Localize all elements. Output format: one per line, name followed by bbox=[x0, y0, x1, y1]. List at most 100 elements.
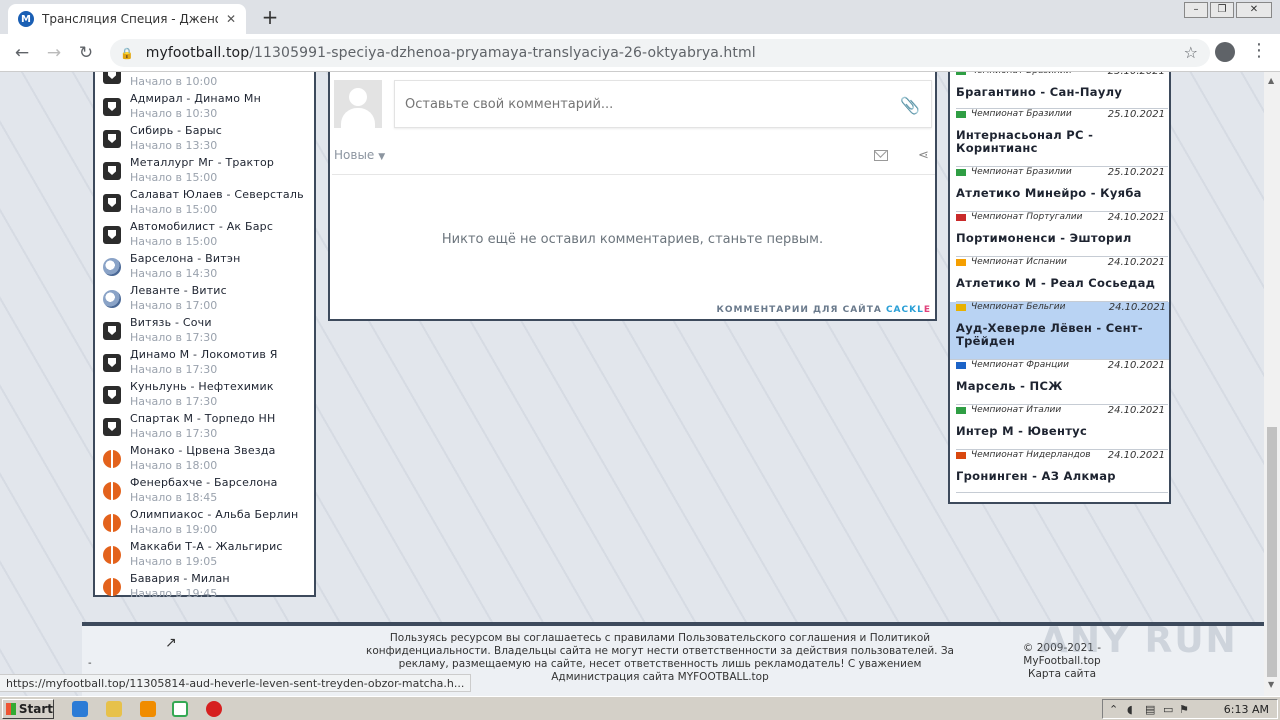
sitemap-link[interactable]: Карта сайта bbox=[986, 668, 1138, 681]
match-name[interactable]: Фенербахче - Барселона bbox=[130, 476, 278, 489]
league-name: Чемпионат Нидерландов bbox=[971, 450, 1091, 460]
media-player-icon[interactable] bbox=[140, 701, 156, 717]
match-name[interactable]: Монако - Црвена Звезда bbox=[130, 444, 276, 457]
flag-icon[interactable]: ⚑ bbox=[1179, 703, 1191, 716]
match-name[interactable]: Адмирал - Динамо Мн bbox=[130, 92, 261, 105]
scroll-up-icon: ▲ bbox=[1268, 76, 1275, 85]
minimize-button[interactable]: – bbox=[1184, 2, 1208, 18]
page-scrollbar[interactable]: ▲ ▼ bbox=[1264, 72, 1280, 696]
match-list-item[interactable]: Адмирал - Динамо Мн Начало в 10:30 bbox=[101, 92, 313, 124]
lock-icon[interactable]: 🔒 bbox=[120, 47, 134, 60]
match-list-item[interactable]: Салават Юлаев - Северсталь Начало в 15:00 bbox=[101, 188, 313, 220]
match-name[interactable]: Барселона - Витэн bbox=[130, 252, 240, 265]
cackle-credit-link[interactable]: КОММЕНТАРИИ ДЛЯ САЙТА CACKLE bbox=[717, 305, 931, 315]
match-list-item[interactable]: Сибирь - Барыс Начало в 13:30 bbox=[101, 124, 313, 156]
match-list-item[interactable]: Металлург Мг - Трактор Начало в 15:00 bbox=[101, 156, 313, 188]
mail-icon[interactable] bbox=[874, 150, 888, 161]
game-teams-link[interactable]: Гронинген - АЗ Алкмар bbox=[956, 470, 1168, 483]
browser-tab[interactable]: M Трансляция Специя - Дженоа 26.1 ✕ bbox=[8, 4, 246, 34]
match-name[interactable]: Витязь - Сочи bbox=[130, 316, 212, 329]
tab-close-icon[interactable]: ✕ bbox=[226, 12, 236, 26]
tray-arrow-icon[interactable]: ⌃ bbox=[1109, 703, 1121, 716]
khl-logo-icon bbox=[103, 98, 121, 116]
match-name[interactable]: Автомобилист - Ак Барс bbox=[130, 220, 273, 233]
back-icon[interactable]: ← bbox=[10, 41, 34, 65]
game-teams-link[interactable]: Портимоненси - Эшторил bbox=[956, 232, 1168, 245]
shield-alert-icon[interactable] bbox=[206, 701, 222, 717]
share-icon[interactable]: ⋖ bbox=[918, 148, 929, 163]
external-link-icon[interactable]: ↗ bbox=[165, 635, 177, 651]
league-name: Чемпионат Франции bbox=[971, 360, 1069, 370]
game-list-item[interactable]: Чемпионат Испании 24.10.2021 Атлетико М - … bbox=[956, 257, 1168, 302]
match-list-item[interactable]: Маккаби Т-А - Жальгирис Начало в 19:05 bbox=[101, 540, 313, 572]
sort-dropdown[interactable]: Новые ▼ bbox=[334, 148, 385, 162]
match-list-item[interactable]: Барселона - Витэн Начало в 14:30 bbox=[101, 252, 313, 284]
maximize-button[interactable]: ❐ bbox=[1210, 2, 1234, 18]
match-name[interactable]: Олимпиакос - Альба Берлин bbox=[130, 508, 298, 521]
game-teams-link[interactable]: Марсель - ПСЖ bbox=[956, 380, 1168, 393]
forward-icon[interactable]: → bbox=[42, 41, 66, 65]
match-name[interactable]: Куньлунь - Нефтехимик bbox=[130, 380, 274, 393]
account-avatar-icon[interactable] bbox=[1215, 42, 1235, 62]
country-flag-icon bbox=[956, 362, 966, 369]
match-start-time: Начало в 17:30 bbox=[130, 395, 218, 408]
game-teams-link[interactable]: Брагантино - Сан-Паулу bbox=[956, 86, 1168, 99]
match-name[interactable]: Бавария - Милан bbox=[130, 572, 230, 585]
game-teams-link[interactable]: Атлетико Минейро - Куяба bbox=[956, 187, 1168, 200]
empty-comments-message: Никто ещё не оставил комментариев, стань… bbox=[441, 232, 824, 247]
url-text[interactable]: myfootball.top/11305991-speciya-dzhenoa-… bbox=[146, 45, 756, 61]
match-name[interactable]: Металлург Мг - Трактор bbox=[130, 156, 274, 169]
match-list-item[interactable]: Бавария - Милан Начало в 19:45 bbox=[101, 572, 313, 604]
match-list-item[interactable]: Динамо М - Локомотив Я Начало в 17:30 bbox=[101, 348, 313, 380]
game-date: 24.10.2021 bbox=[1108, 302, 1166, 313]
game-teams-link[interactable]: Ауд-Хеверле Лёвен - Сент-Трёйден bbox=[956, 322, 1168, 348]
close-window-button[interactable]: ✕ bbox=[1236, 2, 1272, 18]
match-list-item[interactable]: Куньлунь - Нефтехимик Начало в 17:30 bbox=[101, 380, 313, 412]
start-button[interactable]: Start bbox=[2, 699, 54, 719]
match-start-time: Начало в 18:00 bbox=[130, 459, 218, 472]
game-list-item[interactable]: Чемпионат Италии 24.10.2021 Интер М - Ювен… bbox=[956, 405, 1168, 450]
folder-icon[interactable] bbox=[106, 701, 122, 717]
match-name[interactable]: Спартак М - Торпедо НН bbox=[130, 412, 276, 425]
match-list-item[interactable]: Монако - Црвена Звезда Начало в 18:00 bbox=[101, 444, 313, 476]
comment-input[interactable] bbox=[394, 80, 932, 128]
game-teams-link[interactable]: Атлетико М - Реал Сосьедад bbox=[956, 277, 1168, 290]
game-teams-link[interactable]: Интер М - Ювентус bbox=[956, 425, 1168, 438]
match-list-item[interactable]: Витязь - Сочи Начало в 17:30 bbox=[101, 316, 313, 348]
scrollbar-thumb[interactable] bbox=[1267, 427, 1277, 677]
game-teams-link[interactable]: Интернасьонал РС - Коринтианс bbox=[956, 129, 1168, 155]
match-name[interactable]: Динамо М - Локомотив Я bbox=[130, 348, 278, 361]
match-list-item[interactable]: Олимпиакос - Альба Берлин Начало в 19:00 bbox=[101, 508, 313, 540]
game-list-item[interactable]: Чемпионат Бразилии 25.10.2021 Брагантино -… bbox=[956, 72, 1168, 109]
match-list-item[interactable]: Фенербахче - Барселона Начало в 18:45 bbox=[101, 476, 313, 508]
game-list-item[interactable]: Чемпионат Португалии 24.10.2021 Портимонен… bbox=[956, 212, 1168, 257]
browser-menu-icon[interactable]: ⋮ bbox=[1250, 40, 1268, 61]
bookmark-star-icon[interactable]: ☆ bbox=[1184, 43, 1198, 62]
match-list-item[interactable]: Леванте - Витис Начало в 17:00 bbox=[101, 284, 313, 316]
league-name: Чемпионат Бразилии bbox=[971, 72, 1072, 76]
page-viewport: Начало в 10:00 Адмирал - Динамо Мн Начало … bbox=[0, 72, 1264, 696]
match-name[interactable]: Маккаби Т-А - Жальгирис bbox=[130, 540, 283, 553]
game-list-item[interactable]: Чемпионат Бразилии 25.10.2021 Интернасьона… bbox=[956, 109, 1168, 167]
game-list-item[interactable]: Чемпионат Франции 24.10.2021 Марсель - ПСЖ bbox=[956, 360, 1168, 405]
match-name[interactable]: Леванте - Витис bbox=[130, 284, 227, 297]
match-list-item[interactable]: Спартак М - Торпедо НН Начало в 17:30 bbox=[101, 412, 313, 444]
address-bar[interactable]: 🔒 myfootball.top/11305991-speciya-dzheno… bbox=[110, 39, 1210, 67]
chrome-icon[interactable] bbox=[172, 701, 188, 717]
new-tab-button[interactable]: + bbox=[258, 6, 282, 30]
match-name[interactable]: Салават Юлаев - Северсталь bbox=[130, 188, 304, 201]
network-icon[interactable]: ▤ bbox=[1145, 703, 1157, 716]
match-list-item[interactable]: Автомобилист - Ак Барс Начало в 15:00 bbox=[101, 220, 313, 252]
ie-icon[interactable] bbox=[72, 701, 88, 717]
attach-icon[interactable]: 📎 bbox=[900, 96, 920, 115]
match-list-item[interactable]: Начало в 10:00 bbox=[101, 72, 313, 92]
game-list-item[interactable]: Чемпионат Нидерландов 24.10.2021 Гронинген… bbox=[956, 450, 1168, 493]
volume-icon[interactable]: ◖ bbox=[1127, 703, 1139, 716]
reload-icon[interactable]: ↻ bbox=[74, 41, 98, 65]
game-list-item[interactable]: Чемпионат Бельгии 24.10.2021 Ауд-Хеверле Л… bbox=[950, 302, 1169, 360]
match-name[interactable]: Сибирь - Барыс bbox=[130, 124, 222, 137]
footer-dash: - bbox=[88, 658, 92, 669]
game-list-item[interactable]: Чемпионат Бразилии 25.10.2021 Атлетико Мин… bbox=[956, 167, 1168, 212]
match-start-time: Начало в 17:30 bbox=[130, 427, 218, 440]
power-icon[interactable]: ▭ bbox=[1163, 703, 1175, 716]
